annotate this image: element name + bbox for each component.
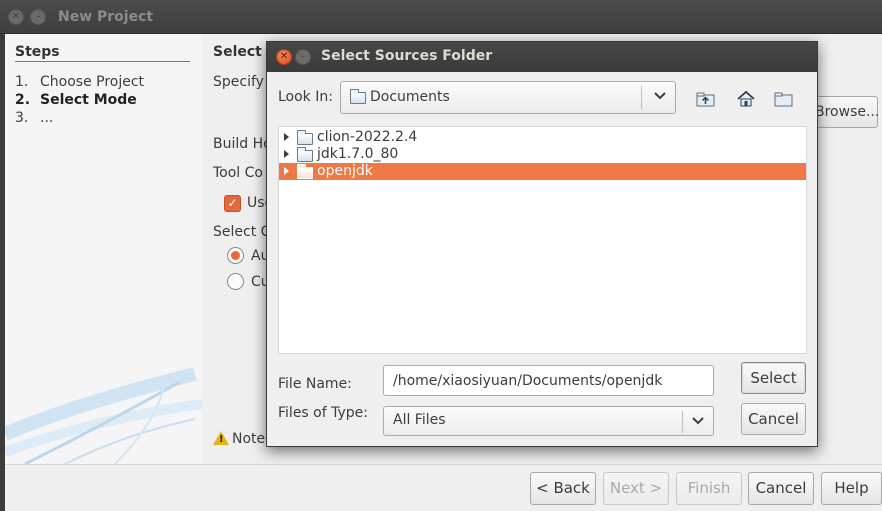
expand-arrow-icon[interactable]: [284, 167, 289, 175]
edge-glyph: [0, 176, 4, 184]
files-of-type-label: Files of Type:: [278, 405, 368, 421]
step-item: 1. Choose Project: [15, 74, 144, 90]
edge-glyph: [0, 244, 4, 252]
edge-glyph: [0, 210, 4, 218]
expand-arrow-icon[interactable]: [284, 133, 289, 141]
step-number: 1.: [15, 74, 29, 90]
close-icon[interactable]: ✕: [8, 9, 24, 25]
dialog-title: Select Sources Folder: [321, 48, 493, 64]
chevron-down-icon: [654, 92, 666, 100]
folder-icon: [297, 164, 313, 179]
expand-arrow-icon[interactable]: [284, 150, 289, 158]
new-folder-icon[interactable]: [773, 90, 795, 108]
note-label: Note: [232, 431, 266, 447]
folder-name: jdk1.7.0_80: [317, 146, 399, 162]
home-icon[interactable]: [735, 90, 757, 108]
finish-button[interactable]: Finish: [676, 472, 742, 505]
folder-icon: [297, 147, 313, 162]
file-name-input[interactable]: [383, 365, 714, 396]
folder-row[interactable]: clion-2022.2.4: [279, 129, 806, 146]
look-in-label: Look In:: [278, 89, 333, 105]
folder-row-selected[interactable]: openjdk: [279, 163, 806, 180]
file-name-label: File Name:: [278, 376, 352, 392]
steps-divider: [15, 61, 190, 62]
select-sources-folder-dialog: ✕ – Select Sources Folder Look In: Docum…: [266, 41, 818, 447]
folder-list[interactable]: clion-2022.2.4 jdk1.7.0_80 openjdk: [278, 126, 807, 354]
steps-panel: Steps 1. Choose Project 2. Select Mode 3..…: [5, 34, 202, 464]
use-checkbox[interactable]: ✓: [224, 195, 241, 212]
specify-label: Specify: [213, 74, 264, 90]
files-of-type-combo[interactable]: All Files: [383, 406, 714, 436]
build-host-label: Build Ho: [213, 136, 272, 152]
tool-collection-label: Tool Co: [213, 165, 263, 181]
steps-heading: Steps: [15, 44, 60, 60]
combo-separator: [682, 411, 683, 433]
step-label: Choose Project: [40, 74, 145, 90]
select-button[interactable]: Select: [741, 362, 806, 394]
folder-name: clion-2022.2.4: [317, 129, 418, 145]
combo-separator: [641, 86, 642, 110]
folder-name: openjdk: [317, 163, 373, 179]
chevron-down-icon: [692, 417, 704, 425]
window-titlebar: ✕ – New Project: [0, 0, 882, 34]
select-config-label: Select C: [213, 224, 271, 240]
edge-glyph: [0, 278, 4, 286]
step-label: Select Mode: [40, 92, 137, 108]
window-title: New Project: [58, 9, 154, 25]
radio-auto[interactable]: [227, 247, 244, 264]
back-button[interactable]: < Back: [530, 472, 596, 505]
folder-row[interactable]: jdk1.7.0_80: [279, 146, 806, 163]
files-of-type-value: All Files: [393, 412, 446, 428]
cancel-button[interactable]: Cancel: [748, 472, 814, 505]
wizard-decoration-graphic: [5, 367, 202, 464]
look-in-combo[interactable]: Documents: [340, 81, 676, 114]
dialog-cancel-button[interactable]: Cancel: [741, 403, 806, 435]
next-button[interactable]: Next >: [603, 472, 669, 505]
step-item-current: 2. Select Mode: [15, 92, 137, 108]
folder-icon: [350, 89, 366, 104]
warning-icon: !: [213, 431, 229, 445]
up-folder-icon[interactable]: [695, 90, 717, 108]
step-item: 3....: [15, 110, 53, 126]
radio-custom[interactable]: [227, 273, 244, 290]
minimize-icon[interactable]: –: [295, 49, 311, 65]
minimize-icon[interactable]: –: [30, 9, 46, 25]
help-button[interactable]: Help: [821, 472, 882, 505]
close-icon[interactable]: ✕: [276, 49, 292, 65]
look-in-value: Documents: [370, 89, 450, 105]
step-number: 2.: [15, 92, 31, 108]
step-number: 3.: [15, 110, 29, 126]
step-label: ...: [40, 110, 54, 126]
folder-icon: [297, 130, 313, 145]
dialog-titlebar: ✕ – Select Sources Folder: [267, 42, 817, 72]
